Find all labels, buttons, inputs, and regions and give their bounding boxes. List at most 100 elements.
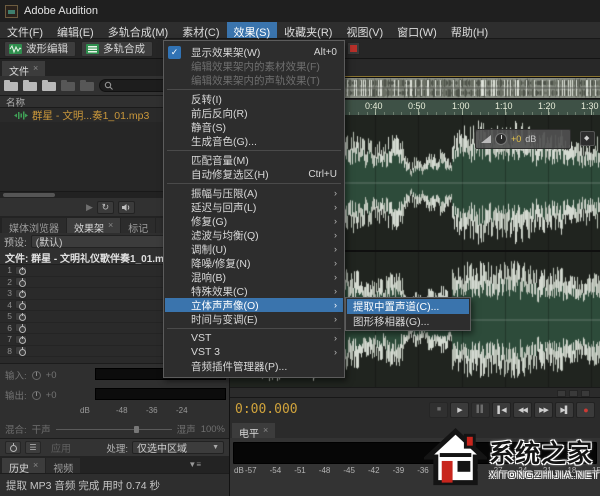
power-icon[interactable] — [15, 277, 27, 287]
menubar-item-view[interactable]: 视图(V) — [339, 22, 390, 39]
effects-menu-item-filter-eq[interactable]: 滤波与均衡(Q) › — [165, 228, 343, 242]
menu-item-label: 调制(U) — [191, 243, 227, 256]
slot-number: 5 — [7, 311, 12, 322]
submenu-arrow-icon: › — [334, 202, 337, 212]
menubar-item-help[interactable]: 帮助(H) — [444, 22, 495, 39]
effects-menu-item-delay-echo[interactable]: 延迟与回声(L) › — [165, 200, 343, 214]
tab-files-label: 文件 — [9, 67, 29, 78]
zoom-out-button[interactable] — [569, 389, 578, 397]
record-button[interactable]: ● — [576, 401, 595, 418]
mix-slider[interactable] — [55, 425, 172, 433]
effects-menu-item-amplitude-compression[interactable]: 振幅与压限(A) › — [165, 186, 343, 200]
effects-menu-item-invert[interactable]: 反转(I) — [165, 92, 343, 106]
power-icon[interactable] — [15, 300, 27, 310]
menubar-item-edit[interactable]: 编辑(E) — [50, 22, 101, 39]
submenu-item-extract-center-channel[interactable]: 提取中置声道(C)... — [347, 299, 469, 314]
skip-to-end-button[interactable]: ▶▌ — [555, 401, 574, 418]
title-bar: Adobe Audition — [0, 0, 600, 22]
time-display[interactable]: 0:00.000 — [235, 402, 298, 417]
effects-menu-item-match-volume[interactable]: 匹配音量(M) — [165, 153, 343, 167]
spectral-display-icon[interactable] — [347, 42, 360, 55]
power-icon[interactable] — [15, 334, 27, 345]
rewind-button[interactable]: ◀◀ — [513, 401, 532, 418]
loop-playback-button[interactable]: ↻ — [96, 200, 114, 214]
multitrack-button[interactable]: 多轨合成 — [81, 40, 153, 57]
rack-power-button[interactable] — [5, 441, 21, 454]
effects-menu-item-reverb[interactable]: 混响(B) › — [165, 270, 343, 284]
effects-menu-item-silence[interactable]: 静音(S) — [165, 120, 343, 134]
waveform-editor-button[interactable]: 波形编辑 — [4, 40, 76, 57]
apply-button[interactable]: 应用 — [51, 440, 71, 455]
panel-menu-icon[interactable]: ▼≡ — [188, 460, 201, 469]
close-icon[interactable]: × — [263, 425, 268, 438]
power-icon[interactable] — [15, 288, 27, 299]
watermark-title: 系统之家 — [489, 439, 594, 468]
effects-menu-item-vst3[interactable]: VST 3 › — [165, 345, 343, 359]
auto-play-button[interactable] — [117, 200, 135, 214]
effects-menu-item-show-effects-rack[interactable]: ✓ 显示效果架(W) Alt+0 — [165, 45, 343, 59]
hud-volume-control[interactable]: +0 dB — [475, 129, 571, 149]
menu-separator — [167, 328, 341, 329]
tab-media-browser[interactable]: 媒体浏览器 — [2, 218, 66, 235]
tab-markers[interactable]: 标记 — [121, 218, 156, 235]
menubar-item-multitrack[interactable]: 多轨合成(M) — [101, 22, 176, 39]
pause-button[interactable]: ▌▌ — [471, 401, 490, 418]
tab-label: 媒体浏览器 — [9, 224, 59, 235]
new-item-icon[interactable] — [42, 80, 56, 91]
effects-menu-item-special[interactable]: 特殊效果(C) › — [165, 284, 343, 298]
menubar-item-favorites[interactable]: 收藏夹(R) — [277, 22, 339, 39]
submenu-item-graphic-phase-shifter[interactable]: 图形移相器(G)... — [347, 314, 469, 329]
rack-list-button[interactable]: ☰ — [25, 441, 41, 454]
menubar-item-clip[interactable]: 素材(C) — [175, 22, 226, 39]
import-file-icon[interactable] — [23, 80, 37, 91]
menu-item-label: 编辑效果架内的素材效果(F) — [191, 60, 320, 73]
process-dropdown[interactable]: 仅选中区域 ▼ — [132, 441, 224, 455]
output-gain-knob[interactable] — [31, 390, 41, 400]
input-gain-knob[interactable] — [31, 370, 41, 380]
xitongzhijia-logo-icon — [424, 428, 488, 486]
open-file-icon[interactable] — [4, 80, 18, 91]
tab-video[interactable]: 视频 — [46, 458, 81, 475]
power-icon[interactable] — [15, 346, 27, 356]
menu-item-label: 匹配音量(M) — [191, 154, 249, 167]
scrollbar-handle[interactable] — [3, 193, 55, 197]
slot-number: 8 — [7, 345, 12, 356]
tab-files[interactable]: 文件 × — [2, 61, 46, 78]
menubar-item-effects[interactable]: 效果(S) — [226, 22, 278, 39]
tab-levels[interactable]: 电平 × — [232, 423, 276, 440]
stop-button[interactable]: ■ — [429, 401, 448, 418]
hud-settings-button[interactable] — [580, 131, 595, 146]
effects-menu-item-diagnostics[interactable]: 修复(G) › — [165, 214, 343, 228]
fast-forward-button[interactable]: ▶▶ — [534, 401, 553, 418]
effects-menu-item-auto-heal-selection[interactable]: 自动修复选区(H) Ctrl+U — [165, 167, 343, 181]
effects-menu-item-vst[interactable]: VST › — [165, 331, 343, 345]
tab-effects-rack[interactable]: 效果架 × — [67, 218, 121, 235]
zoom-full-button[interactable] — [581, 389, 590, 397]
close-icon[interactable]: × — [33, 63, 38, 76]
power-icon[interactable] — [15, 265, 27, 276]
history-entry[interactable]: 提取 MP3 音频 完成 用时 0.74 秒 — [0, 473, 229, 496]
power-icon[interactable] — [15, 323, 27, 333]
hud-volume-knob[interactable] — [495, 133, 507, 145]
effects-menu-item-stereo-imagery[interactable]: 立体声声像(O) › — [165, 298, 343, 312]
power-icon[interactable] — [15, 311, 27, 322]
tab-history[interactable]: 历史 × — [2, 458, 46, 475]
menu-item-label: 静音(S) — [191, 121, 226, 134]
effects-menu-item-plugin-manager[interactable]: 音频插件管理器(P)... — [165, 359, 343, 373]
close-icon[interactable]: × — [108, 220, 113, 233]
effects-menu-item-modulation[interactable]: 调制(U) › — [165, 242, 343, 256]
effects-menu-item-reverse[interactable]: 前后反向(R) — [165, 106, 343, 120]
play-button[interactable]: ▶ — [450, 401, 469, 418]
column-name[interactable]: 名称 — [6, 95, 25, 109]
effects-menu-item-noise-reduction[interactable]: 降噪/修复(N) › — [165, 256, 343, 270]
menubar-item-file[interactable]: 文件(F) — [0, 22, 50, 39]
zoom-in-button[interactable] — [557, 389, 566, 397]
close-icon[interactable]: × — [33, 460, 38, 473]
effects-menu-item-time-pitch[interactable]: 时间与变调(E) › — [165, 312, 343, 326]
menu-item-label: 混响(B) — [191, 271, 226, 284]
slot-number: 3 — [7, 288, 12, 299]
transport-buttons: ■ ▶ ▌▌ ▌◀ ◀◀ ▶▶ ▶▌ ● — [429, 401, 595, 418]
menubar-item-window[interactable]: 窗口(W) — [390, 22, 444, 39]
skip-to-start-button[interactable]: ▌◀ — [492, 401, 511, 418]
effects-menu-item-generate-tone[interactable]: 生成音色(G)... — [165, 134, 343, 148]
